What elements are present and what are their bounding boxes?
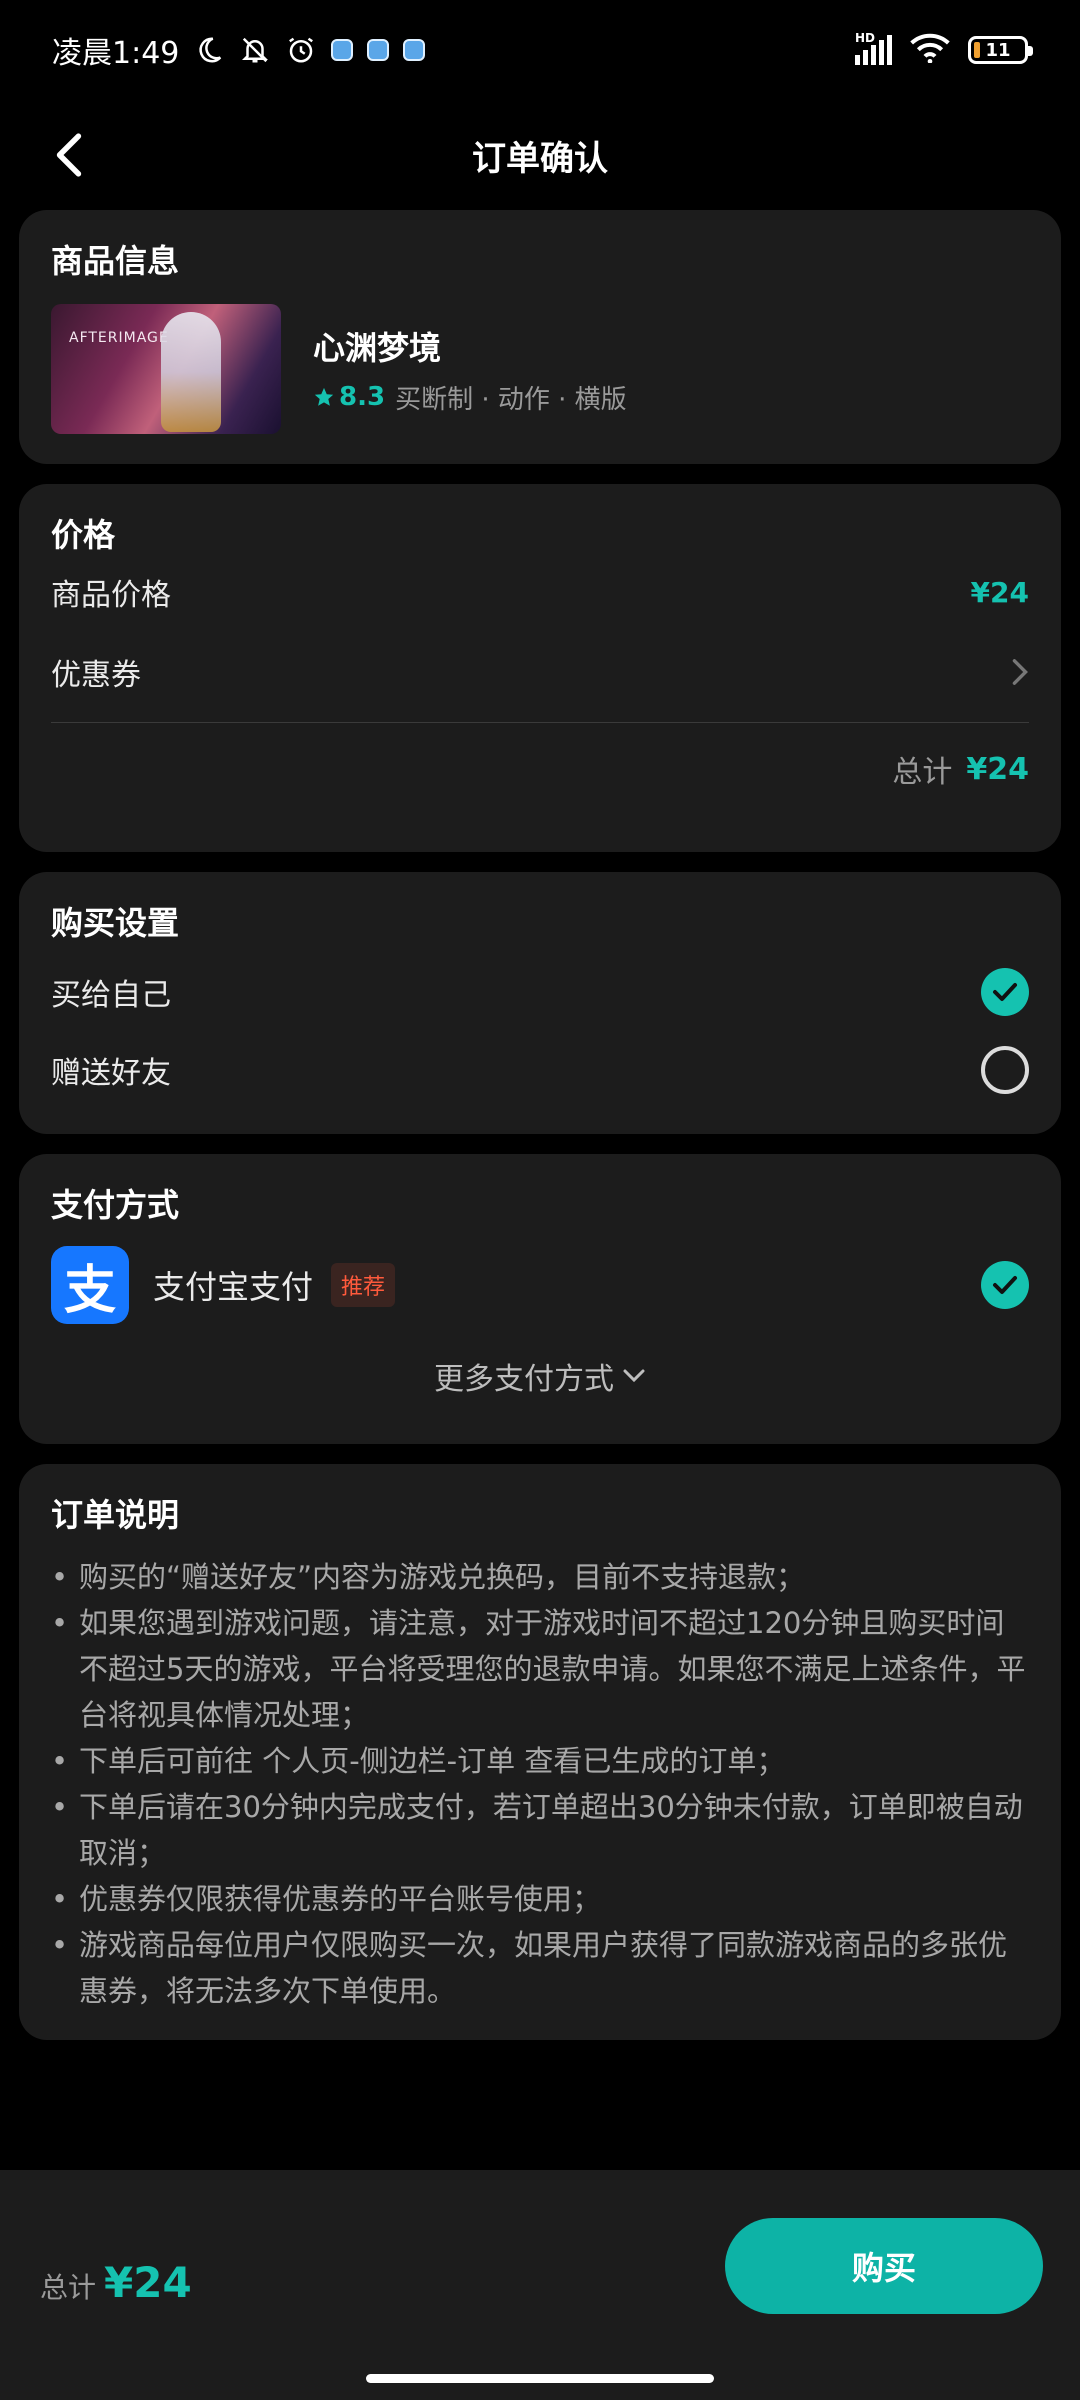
app-notification-icon	[331, 39, 354, 61]
star-icon	[314, 387, 334, 406]
more-payment-label: 更多支付方式	[434, 1362, 614, 1397]
bottom-total: 总计 ¥24	[40, 2258, 192, 2307]
payment-card: 支付方式 支 支付宝支付 推荐 更多支付方式	[19, 1154, 1061, 1444]
payment-option-alipay[interactable]: 支 支付宝支付 推荐	[51, 1246, 1029, 1324]
bell-off-icon	[239, 34, 271, 66]
app-notification-icon	[367, 39, 390, 61]
wifi-icon	[910, 33, 950, 67]
rating-value: 8.3	[339, 382, 386, 412]
bottom-total-label: 总计	[40, 2271, 97, 2304]
chevron-left-icon	[56, 133, 82, 177]
price-total-value: ¥24	[966, 751, 1029, 787]
order-notes-title: 订单说明	[51, 1496, 180, 1534]
battery-icon: 11	[968, 36, 1033, 64]
recommended-badge: 推荐	[331, 1263, 396, 1307]
option-gift-friend[interactable]: 赠送好友	[51, 1046, 1029, 1094]
chevron-down-icon	[623, 1369, 645, 1383]
payment-card-title: 支付方式	[51, 1186, 180, 1224]
signal-icon: HD	[855, 31, 892, 65]
purchase-settings-title: 购买设置	[51, 904, 180, 942]
option-buy-for-self[interactable]: 买给自己	[51, 968, 1029, 1016]
price-card: 价格 商品价格 ¥24 优惠券 总计 ¥24	[19, 484, 1061, 852]
purchase-settings-card: 购买设置 买给自己 赠送好友	[19, 872, 1061, 1134]
price-card-title: 价格	[51, 516, 116, 554]
bottom-bar: 总计 ¥24 购买	[0, 2170, 1080, 2400]
price-divider	[51, 722, 1029, 723]
product-rating: 8.3	[313, 382, 385, 412]
product-price-row: 商品价格 ¥24	[51, 570, 1029, 614]
payment-method-name: 支付宝支付	[153, 1268, 314, 1306]
network-label: HD	[855, 31, 876, 45]
product-price-value: ¥24	[970, 575, 1029, 609]
unchecked-radio-icon[interactable]	[981, 1046, 1029, 1094]
list-item: 如果您遇到游戏问题，请注意，对于游戏时间不超过120分钟且购买时间不超过5天的游…	[51, 1600, 1029, 1738]
price-total-label: 总计	[892, 755, 953, 790]
list-item: 优惠券仅限获得优惠券的平台账号使用；	[51, 1876, 1029, 1922]
price-total-row: 总计 ¥24	[51, 747, 1029, 791]
moon-icon	[193, 34, 225, 66]
product-tags: 买断制 · 动作 · 横版	[395, 384, 627, 415]
battery-level: 11	[985, 39, 1011, 61]
product-thumbnail: AFTERIMAGE	[51, 304, 281, 434]
back-button[interactable]	[42, 128, 96, 182]
order-notes-card: 订单说明 购买的“赠送好友”内容为游戏兑换码，目前不支持退款； 如果您遇到游戏问…	[19, 1464, 1061, 2040]
thumbnail-character	[161, 312, 221, 432]
buy-button[interactable]: 购买	[725, 2218, 1043, 2314]
app-notification-icon	[403, 39, 426, 61]
product-name: 心渊梦境	[313, 328, 442, 367]
coupon-label: 优惠券	[51, 658, 141, 693]
product-row[interactable]: AFTERIMAGE 心渊梦境 8.3 买断制 · 动作 · 横版	[51, 304, 1029, 434]
product-card: 商品信息 AFTERIMAGE 心渊梦境 8.3 买断制 · 动作 · 横版	[19, 210, 1061, 464]
alarm-icon	[285, 34, 317, 66]
product-info: 心渊梦境 8.3 买断制 · 动作 · 横版	[313, 323, 627, 416]
list-item: 游戏商品每位用户仅限购买一次，如果用户获得了同款游戏商品的多张优惠券，将无法多次…	[51, 1922, 1029, 2014]
product-price-label: 商品价格	[51, 578, 171, 613]
chevron-right-icon	[1012, 659, 1028, 685]
page-title: 订单确认	[472, 138, 608, 179]
option-label: 买给自己	[51, 978, 171, 1013]
status-right: HD 11	[855, 31, 1033, 67]
list-item: 下单后可前往 个人页-侧边栏-订单 查看已生成的订单；	[51, 1738, 1029, 1784]
checked-radio-icon[interactable]	[981, 968, 1029, 1016]
alipay-icon: 支	[51, 1246, 129, 1324]
option-label: 赠送好友	[51, 1056, 171, 1091]
product-meta: 8.3 买断制 · 动作 · 横版	[313, 379, 627, 416]
nav-bar: 订单确认	[0, 110, 1080, 200]
home-indicator[interactable]	[366, 2374, 714, 2383]
thumbnail-logo-text: AFTERIMAGE	[69, 330, 169, 346]
status-left: 凌晨1:49	[52, 28, 426, 72]
coupon-row[interactable]: 优惠券	[51, 650, 1029, 694]
product-card-title: 商品信息	[51, 242, 180, 280]
more-payment-methods-button[interactable]: 更多支付方式	[51, 1354, 1029, 1398]
checked-radio-icon[interactable]	[981, 1261, 1029, 1309]
bottom-total-value: ¥24	[104, 2258, 192, 2307]
order-notes-list: 购买的“赠送好友”内容为游戏兑换码，目前不支持退款； 如果您遇到游戏问题，请注意…	[51, 1554, 1029, 2014]
list-item: 购买的“赠送好友”内容为游戏兑换码，目前不支持退款；	[51, 1554, 1029, 1600]
status-time: 凌晨1:49	[52, 36, 180, 71]
status-bar: 凌晨1:49 HD 11	[0, 0, 1080, 100]
list-item: 下单后请在30分钟内完成支付，若订单超出30分钟未付款，订单即被自动取消；	[51, 1784, 1029, 1876]
